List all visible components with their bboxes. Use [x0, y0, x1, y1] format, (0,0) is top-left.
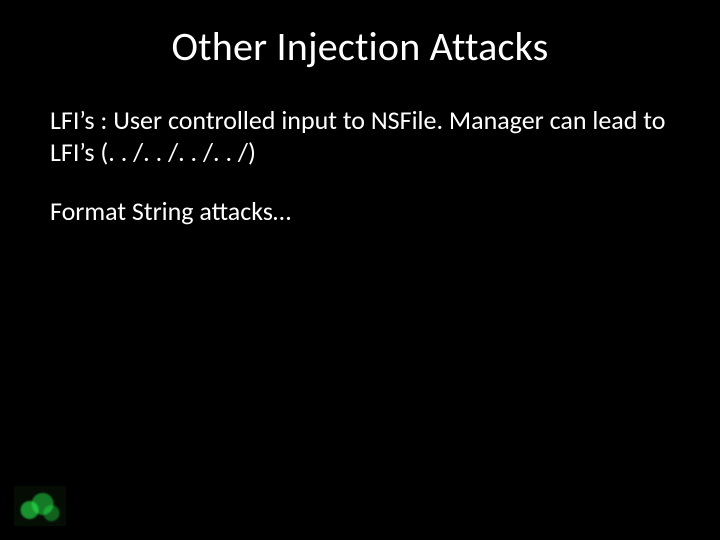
paragraph-lfi: LFI’s : User controlled input to NSFile.… [50, 105, 670, 168]
slide: Other Injection Attacks LFI’s : User con… [0, 0, 720, 540]
slide-title: Other Injection Attacks [0, 0, 720, 71]
paragraph-format-string: Format String attacks… [50, 196, 670, 228]
logo-icon [14, 486, 66, 526]
slide-body: LFI’s : User controlled input to NSFile.… [0, 71, 720, 228]
